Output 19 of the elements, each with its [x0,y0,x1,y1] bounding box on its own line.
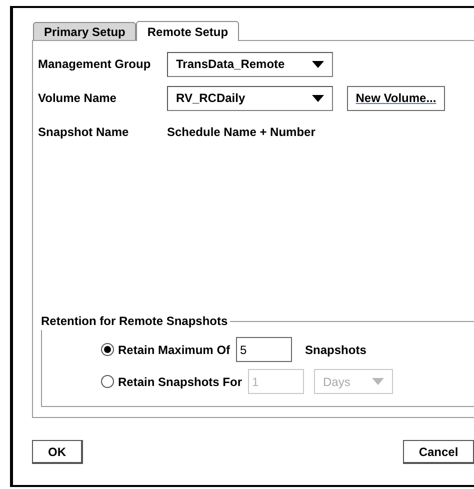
ok-button[interactable]: OK [32,440,83,464]
caret-icon [312,60,324,68]
management-group-dropdown[interactable]: TransData_Remote [167,52,333,76]
field-label: Management Group [38,56,152,73]
tab[interactable]: Primary Setup [33,22,136,40]
new-volume-button[interactable]: New Volume... [347,86,445,110]
value-field[interactable]: 5 [236,337,292,362]
radio-button[interactable] [101,343,114,356]
caret-icon [372,378,384,385]
tab[interactable]: Remote Setup [136,21,240,41]
snapshot-name-value: Schedule Name + Number [167,124,316,141]
group-title: Retention for Remote Snapshots [41,313,229,330]
field-label: Snapshot Name [38,124,130,141]
field-label: Volume Name [38,90,118,107]
unit-label: Snapshots [305,342,366,358]
cancel-button[interactable]: Cancel [403,440,474,464]
radio-label[interactable]: Retain Maximum Of [118,340,230,358]
caret-icon [312,94,324,102]
volume-name-dropdown[interactable]: RV_RCDaily [167,86,333,110]
